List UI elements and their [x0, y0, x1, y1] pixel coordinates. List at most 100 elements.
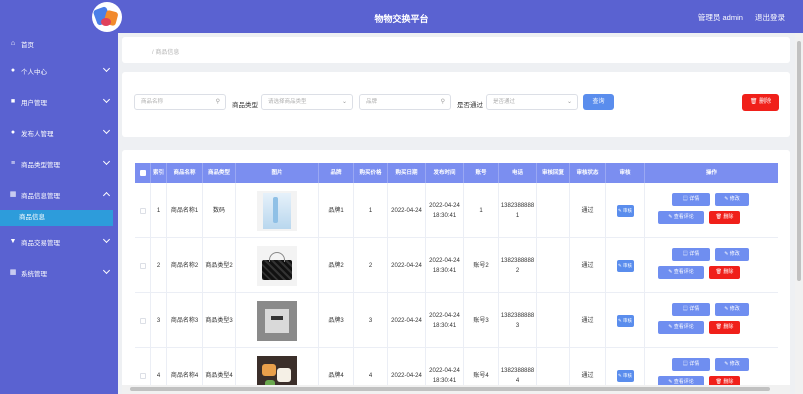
cell-price: 4 — [354, 348, 388, 390]
product-type-select[interactable]: 请选择商品类型 ⌄ — [261, 94, 353, 110]
brand-text: 品牌3 — [328, 317, 344, 324]
select-all-checkbox[interactable] — [135, 163, 151, 183]
header-actions: 操作 — [705, 170, 717, 176]
phone-text: 13823888883 — [500, 312, 535, 329]
search-panel: 商品名称 ⚲ 商品类型 请选择商品类型 ⌄ 品牌 ⚲ 是否通过 是否通过 ⌄ 查… — [122, 72, 790, 137]
header-status: 审核状态 — [570, 163, 606, 183]
cell-name: 商品名称4 — [167, 348, 203, 390]
sidebar-item-label: 用户管理 — [21, 99, 47, 107]
account-text: 账号3 — [473, 317, 489, 324]
price-text: 4 — [368, 372, 373, 379]
vertical-scrollbar[interactable] — [795, 33, 803, 394]
header-price: 购买价格 — [354, 163, 388, 183]
detail-button[interactable]: ▤ 详情 — [672, 248, 710, 261]
location-icon: ● — [10, 128, 16, 136]
review-button[interactable]: ✎ 审核 — [616, 204, 634, 217]
sidebar-item-product-types[interactable]: ≡ 商品类型管理 — [0, 148, 118, 179]
sidebar-item-profile[interactable]: ● 个人中心 — [0, 55, 118, 86]
detail-button[interactable]: ▤ 详情 — [672, 358, 710, 371]
sidebar-item-home[interactable]: ⌂ 首页 — [0, 33, 118, 55]
status-text: 通过 — [581, 372, 594, 379]
type-text: 商品类型3 — [205, 317, 233, 324]
sidebar-item-users[interactable]: ■ 用户管理 — [0, 86, 118, 117]
date-text: 2022-04-24 — [391, 317, 422, 324]
chevron-down-icon — [102, 266, 111, 275]
delete-label: 删除 — [759, 99, 772, 105]
table-header: 索引 商品名称 商品类型 图片 品牌 购买价格 购买日期 发布时间 账号 电话 … — [135, 163, 778, 183]
cell-account: 账号3 — [464, 293, 499, 348]
review-button[interactable]: ✎ 审核 — [616, 369, 634, 382]
published-text: 2022-04-24 18:30:41 — [429, 202, 460, 219]
cell-type: 商品类型3 — [203, 293, 236, 348]
delete-button[interactable]: 🗑 删除 — [709, 211, 740, 224]
sidebar-item-product-info[interactable]: ▦ 商品信息管理 — [0, 179, 118, 210]
edit-button[interactable]: ✎ 修改 — [715, 193, 749, 206]
sidebar-item-publishers[interactable]: ● 发布人管理 — [0, 117, 118, 148]
account-text: 账号2 — [473, 262, 489, 269]
cell-status: 通过 — [570, 183, 606, 238]
review-button[interactable]: ✎ 审核 — [616, 314, 634, 327]
cell-published: 2022-04-24 18:30:41 — [426, 238, 464, 293]
name-text: 商品名称4 — [170, 372, 199, 379]
cell-status: 通过 — [570, 238, 606, 293]
date-text: 2022-04-24 — [391, 262, 422, 269]
product-image — [257, 300, 297, 341]
name-text: 商品名称3 — [170, 317, 199, 324]
top-bar: 物物交换平台 管理员 admin 退出登录 — [0, 0, 803, 33]
product-name-input[interactable]: 商品名称 ⚲ — [134, 94, 226, 110]
review-button[interactable]: ✎ 审核 — [616, 259, 634, 272]
header-account: 账号 — [464, 163, 499, 183]
cell-brand: 品牌3 — [319, 293, 354, 348]
cell-phone: 13823888884 — [499, 348, 537, 390]
edit-button[interactable]: ✎ 修改 — [715, 303, 749, 316]
view-comments-button[interactable]: ✎ 查看评论 — [658, 321, 704, 334]
detail-button[interactable]: ▤ 详情 — [672, 303, 710, 316]
cell-brand: 品牌4 — [319, 348, 354, 390]
edit-button[interactable]: ✎ 修改 — [715, 358, 749, 371]
chevron-down-icon — [102, 95, 111, 104]
type-text: 数码 — [212, 207, 225, 214]
breadcrumb: / 商品信息 — [122, 37, 790, 63]
batch-delete-button[interactable]: 🗑 删除 — [742, 94, 779, 111]
product-table: 索引 商品名称 商品类型 图片 品牌 购买价格 购买日期 发布时间 账号 电话 … — [122, 150, 790, 390]
delete-button[interactable]: 🗑 删除 — [709, 321, 740, 334]
grid-icon: ▦ — [9, 190, 17, 198]
cell-name: 商品名称2 — [167, 238, 203, 293]
index-text: 4 — [156, 372, 161, 379]
trash-icon: 🗑 — [749, 99, 760, 105]
logout-link[interactable]: 退出登录 — [755, 13, 785, 22]
product-name-placeholder: 商品名称 — [141, 99, 164, 105]
filter-icon: ▼ — [9, 237, 17, 245]
query-button[interactable]: 查询 — [583, 94, 614, 110]
horizontal-scrollbar[interactable] — [122, 385, 790, 394]
cell-status: 通过 — [570, 348, 606, 390]
cell-reply — [537, 293, 570, 348]
submenu-item-product-info[interactable]: 商品信息 — [0, 210, 113, 226]
row-checkbox[interactable] — [135, 238, 151, 293]
row-checkbox[interactable] — [135, 293, 151, 348]
cell-index: 4 — [151, 348, 167, 390]
row-checkbox[interactable] — [135, 183, 151, 238]
index-text: 1 — [156, 207, 161, 214]
delete-button[interactable]: 🗑 删除 — [709, 266, 740, 279]
sidebar-item-trades[interactable]: ▼ 商品交易管理 — [0, 226, 118, 257]
product-image — [257, 190, 297, 231]
chevron-down-icon — [102, 157, 111, 166]
home-icon: ⌂ — [10, 40, 16, 47]
view-comments-button[interactable]: ✎ 查看评论 — [658, 266, 704, 279]
edit-button[interactable]: ✎ 修改 — [715, 248, 749, 261]
chevron-up-icon — [102, 191, 111, 200]
cell-price: 3 — [354, 293, 388, 348]
view-comments-button[interactable]: ✎ 查看评论 — [658, 211, 704, 224]
cell-type: 商品类型4 — [203, 348, 236, 390]
chevron-down-icon: ⌄ — [566, 99, 572, 105]
brand-text: 品牌2 — [328, 262, 344, 269]
status-text: 通过 — [581, 262, 594, 269]
row-checkbox[interactable] — [135, 348, 151, 390]
product-type-placeholder: 请选择商品类型 — [268, 99, 307, 105]
detail-button[interactable]: ▤ 详情 — [672, 193, 710, 206]
brand-input[interactable]: 品牌 ⚲ — [359, 94, 451, 110]
sidebar-item-label: 个人中心 — [21, 68, 47, 76]
passed-select[interactable]: 是否通过 ⌄ — [486, 94, 578, 110]
sidebar-item-system[interactable]: ▦ 系统管理 — [0, 257, 118, 288]
